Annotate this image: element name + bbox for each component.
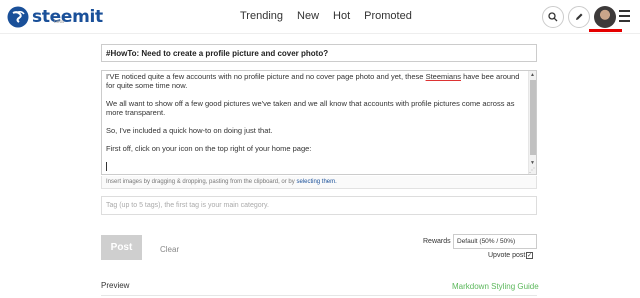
clear-button[interactable]: Clear	[160, 245, 179, 254]
submit-story-button[interactable]	[568, 6, 590, 28]
top-header: steemit beta Trending New Hot Promoted	[0, 0, 640, 34]
search-button[interactable]	[542, 6, 564, 28]
resize-grip-icon[interactable]: ⋰	[529, 167, 535, 174]
rewards-select[interactable]: Default (50% / 50%)	[453, 234, 537, 249]
textarea-scrollbar[interactable]: ▲ ▼	[528, 71, 536, 174]
steemit-editor-page: steemit beta Trending New Hot Promoted #…	[0, 0, 640, 298]
post-button[interactable]: Post	[101, 235, 142, 260]
pencil-icon	[576, 13, 583, 20]
brand-beta-tag: beta	[54, 19, 64, 25]
body-paragraph: So, I've included a quick how-to on doin…	[106, 126, 273, 135]
markdown-guide-link[interactable]: Markdown Styling Guide	[452, 282, 539, 291]
scroll-down-arrow-icon[interactable]: ▼	[530, 160, 535, 166]
scroll-up-arrow-icon[interactable]: ▲	[530, 72, 535, 78]
body-paragraph: We all want to show off a few good pictu…	[106, 99, 515, 117]
text-caret	[106, 162, 526, 173]
preview-divider	[101, 295, 537, 296]
body-paragraph: First off, click on your icon on the top…	[106, 144, 312, 153]
post-body-text: I'VE noticed quite a few accounts with n…	[106, 72, 526, 174]
image-upload-helper: Insert images by dragging & dropping, pa…	[101, 176, 537, 189]
upvote-post-checkbox[interactable]: ✓	[526, 252, 533, 259]
upvote-post-label: Upvote post	[488, 252, 526, 259]
main-nav: Trending New Hot Promoted	[240, 10, 426, 22]
nav-new[interactable]: New	[297, 10, 319, 22]
user-avatar[interactable]	[594, 6, 616, 28]
rewards-label: Rewards	[423, 238, 451, 245]
scrollbar-thumb[interactable]	[530, 80, 536, 155]
nav-promoted[interactable]: Promoted	[364, 10, 412, 22]
preview-heading: Preview	[101, 281, 130, 290]
misspelled-word: Steemians	[425, 72, 461, 81]
brand-name: steemit	[32, 7, 103, 27]
nav-trending[interactable]: Trending	[240, 10, 283, 22]
tags-input[interactable]: Tag (up to 5 tags), the first tag is you…	[101, 196, 537, 215]
select-images-link[interactable]: selecting them.	[296, 179, 336, 185]
nav-hot[interactable]: Hot	[333, 10, 350, 22]
post-title-input[interactable]: #HowTo: Need to create a profile picture…	[101, 44, 537, 62]
steemit-logo-icon	[7, 6, 29, 28]
avatar-highlight-underline	[589, 29, 622, 32]
post-body-textarea[interactable]: I'VE noticed quite a few accounts with n…	[101, 70, 537, 175]
search-icon	[548, 12, 558, 22]
hamburger-icon[interactable]	[619, 10, 630, 25]
body-paragraph: I'VE noticed quite a few accounts with n…	[106, 72, 520, 90]
